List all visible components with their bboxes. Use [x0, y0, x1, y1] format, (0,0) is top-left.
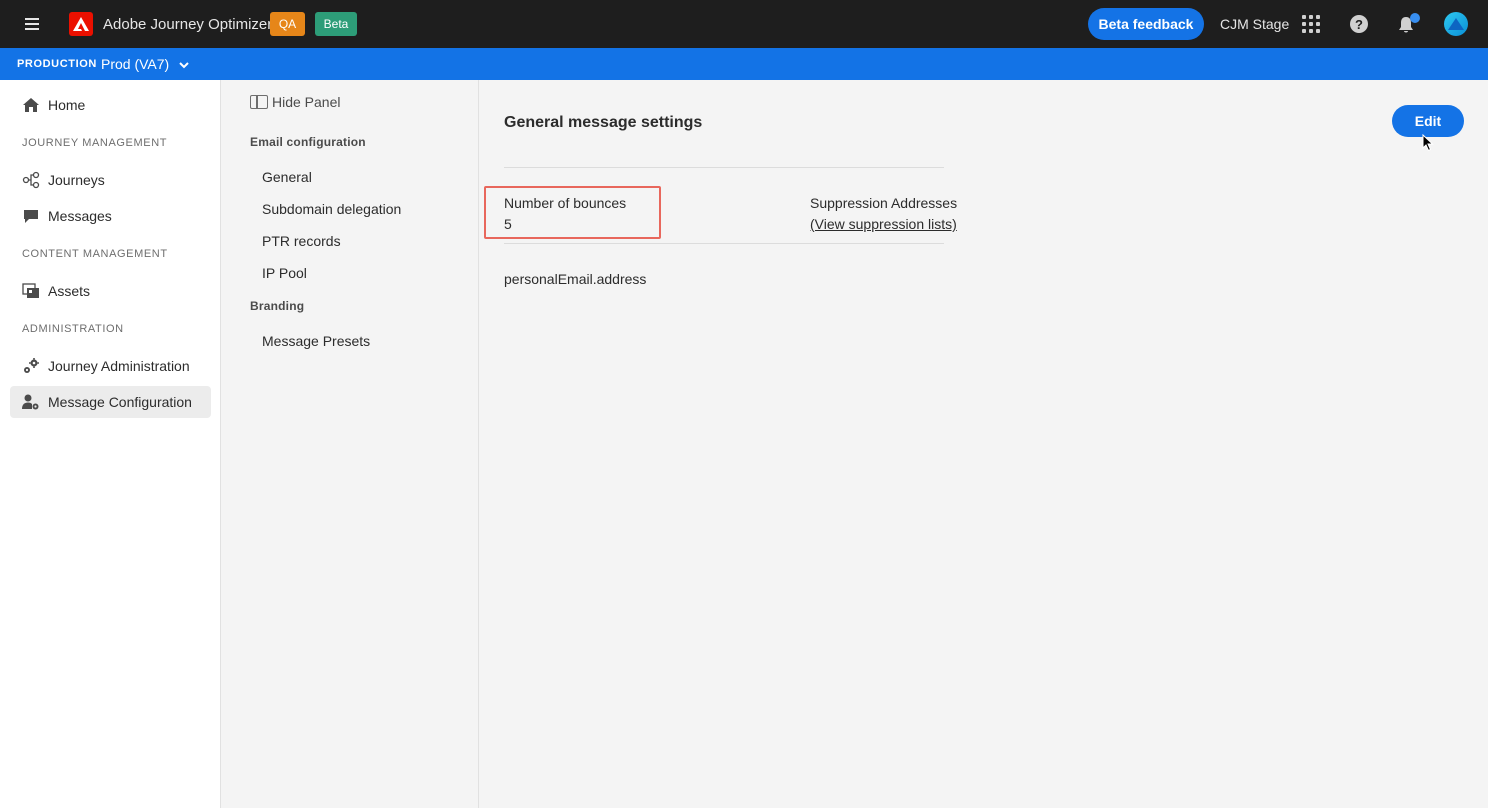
user-gear-icon [22, 393, 40, 411]
notifications-bell-icon[interactable] [1396, 12, 1422, 36]
hide-panel-label: Hide Panel [272, 94, 341, 110]
org-switcher[interactable]: CJM Stage [1220, 16, 1289, 32]
adobe-logo-icon [69, 12, 93, 36]
panel-item-general[interactable]: General [262, 169, 312, 185]
nav-label: Messages [48, 208, 112, 224]
left-navigation: Home JOURNEY MANAGEMENT Journeys Message… [0, 80, 221, 808]
main-content: General message settings Edit Number of … [480, 80, 1488, 808]
assets-icon [22, 282, 40, 300]
panel-item-ptr-records[interactable]: PTR records [262, 233, 341, 249]
divider [504, 167, 944, 168]
user-avatar[interactable] [1444, 12, 1468, 36]
nav-item-journeys[interactable]: Journeys [10, 164, 211, 196]
hamburger-menu-icon[interactable] [22, 15, 42, 33]
nav-label: Message Configuration [48, 394, 192, 410]
nav-item-messages[interactable]: Messages [10, 200, 211, 232]
sandbox-label: PRODUCTION [17, 58, 97, 70]
section-content-management: CONTENT MANAGEMENT [22, 248, 168, 260]
nav-label: Home [48, 97, 86, 113]
panel-item-subdomain-delegation[interactable]: Subdomain delegation [262, 201, 401, 217]
beta-badge: Beta [315, 12, 357, 36]
chevron-down-icon[interactable] [178, 58, 190, 70]
nav-label: Assets [48, 283, 91, 299]
nav-item-home[interactable]: Home [10, 89, 211, 121]
panel-icon [250, 95, 268, 109]
nav-item-assets[interactable]: Assets [10, 275, 211, 307]
mouse-pointer-icon [1422, 133, 1434, 152]
nav-item-journey-administration[interactable]: Journey Administration [10, 350, 211, 382]
app-switcher-icon[interactable] [1302, 15, 1320, 33]
page-title: General message settings [504, 114, 703, 131]
qa-badge: QA [270, 12, 305, 36]
help-icon[interactable]: ? [1350, 15, 1368, 33]
section-administration: ADMINISTRATION [22, 323, 124, 335]
sandbox-bar: PRODUCTION Prod (VA7) [0, 48, 1488, 80]
section-branding: Branding [250, 299, 305, 313]
panel-item-ip-pool[interactable]: IP Pool [262, 265, 307, 281]
beta-feedback-button[interactable]: Beta feedback [1088, 8, 1204, 40]
settings-panel: Hide Panel Email configuration General S… [222, 80, 479, 808]
journeys-icon [22, 171, 40, 189]
bounces-value: 5 [504, 216, 512, 232]
nav-item-message-configuration[interactable]: Message Configuration [10, 386, 211, 418]
suppression-label: Suppression Addresses [810, 195, 958, 211]
sandbox-name[interactable]: Prod (VA7) [101, 56, 169, 72]
hide-panel-button[interactable]: Hide Panel [250, 93, 341, 111]
gears-icon [22, 357, 40, 375]
edit-button[interactable]: Edit [1392, 105, 1464, 137]
home-icon [22, 96, 40, 114]
view-suppression-lists-link[interactable]: (View suppression lists) [810, 216, 957, 232]
app-title: Adobe Journey Optimizer [103, 16, 273, 33]
email-field-value: personalEmail.address [504, 271, 647, 287]
bounces-label: Number of bounces [504, 195, 627, 211]
section-journey-management: JOURNEY MANAGEMENT [22, 137, 168, 149]
nav-label: Journeys [48, 172, 105, 188]
section-email-configuration: Email configuration [250, 135, 366, 149]
top-bar: Adobe Journey Optimizer QA Beta Beta fee… [0, 0, 1488, 48]
message-icon [22, 207, 40, 225]
divider [504, 243, 944, 244]
nav-label: Journey Administration [48, 358, 190, 374]
panel-item-message-presets[interactable]: Message Presets [262, 333, 370, 349]
